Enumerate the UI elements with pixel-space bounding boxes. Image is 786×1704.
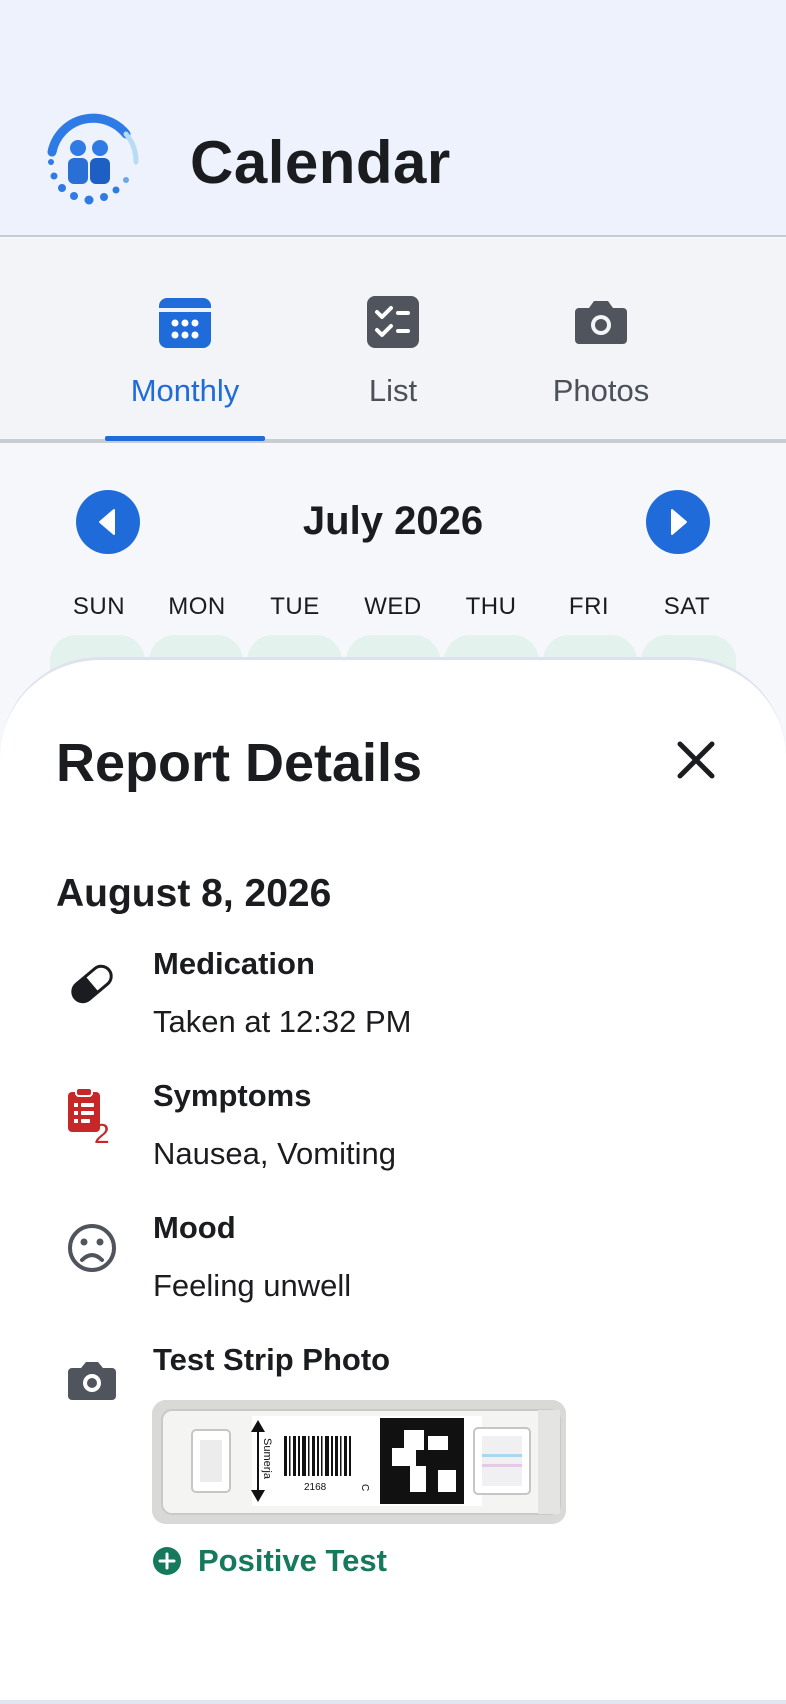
tab-monthly[interactable]: Monthly [90, 239, 280, 439]
entry-label: Symptoms [153, 1078, 312, 1113]
camera-icon [575, 301, 627, 344]
entry-label: Mood [153, 1210, 236, 1245]
entry-value: Nausea, Vomiting [153, 1136, 396, 1171]
weekday-header: SUN MON TUE WED THU FRI SAT [50, 593, 736, 621]
test-result: Positive Test [152, 1541, 387, 1581]
entry-label: Medication [153, 946, 315, 981]
tab-label: List [368, 373, 418, 408]
tab-list[interactable]: List [298, 239, 488, 439]
weekday-label: TUE [270, 593, 320, 620]
sad-face-icon [68, 1224, 116, 1272]
bottom-edge [0, 1700, 786, 1704]
weekday-label: FRI [568, 593, 610, 620]
report-details-sheet: Report Details August 8, 2026 [0, 657, 786, 1704]
tab-label: Monthly [130, 373, 240, 408]
result-label: Positive Test [198, 1543, 387, 1578]
pill-icon [71, 964, 113, 1004]
active-tab-indicator [105, 436, 265, 441]
entry-value: Feeling unwell [153, 1268, 352, 1303]
camera-icon [68, 1362, 116, 1400]
weekday-label: THU [465, 593, 517, 620]
entry-label: Test Strip Photo [153, 1342, 391, 1377]
weekday-label: SUN [72, 593, 126, 620]
entry-value: Taken at 12:32 PM [153, 1004, 412, 1039]
weekday-label: WED [364, 593, 422, 620]
tab-photos[interactable]: Photos [506, 239, 696, 439]
report-date: August 8, 2026 [56, 872, 332, 915]
checklist-icon [367, 296, 419, 348]
control-mark-text: C [359, 1484, 370, 1491]
chevron-right-icon [671, 509, 687, 535]
app-header: Calendar [0, 0, 786, 237]
plus-circle-icon [153, 1547, 181, 1575]
sheet-title: Report Details [56, 733, 423, 793]
tab-label: Photos [552, 373, 650, 408]
clipboard-icon [68, 1087, 100, 1132]
close-icon[interactable] [672, 736, 720, 784]
barcode-number-text: 2168 [304, 1482, 327, 1493]
calendar-icon [159, 298, 211, 348]
weekday-label: SAT [663, 593, 711, 620]
test-strip-photo[interactable]: Sumerja 2168 C [152, 1400, 566, 1524]
tab-bar: Monthly List Photos [0, 239, 786, 443]
symptom-count-badge: 2 [94, 1118, 110, 1149]
strip-name-text: Sumerja [261, 1438, 273, 1480]
next-month-button[interactable] [646, 490, 710, 554]
calendar-area: July 2026 SUN MON TUE WED THU FRI SAT [0, 445, 786, 675]
app-logo [47, 113, 139, 205]
test-strip-image: Sumerja 2168 C [152, 1400, 566, 1524]
weekday-label: MON [168, 593, 226, 620]
app-title: Calendar [190, 129, 451, 196]
